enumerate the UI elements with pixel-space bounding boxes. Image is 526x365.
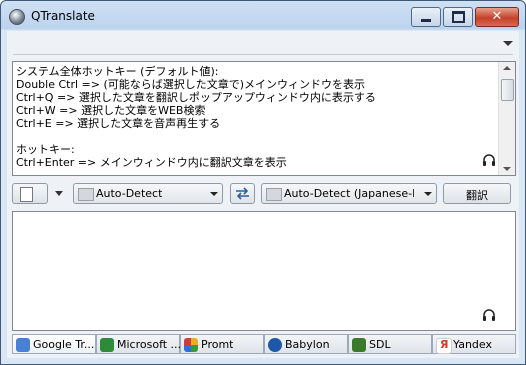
chevron-down-icon[interactable]	[503, 41, 513, 46]
translate-button[interactable]: 翻訳	[443, 183, 511, 204]
maximize-icon	[451, 11, 465, 23]
language-icon	[78, 188, 94, 201]
maximize-button[interactable]	[443, 7, 473, 27]
tab-yandex[interactable]: Я Yandex	[432, 334, 516, 354]
divider	[13, 54, 513, 55]
options-chevron-icon[interactable]	[55, 191, 63, 196]
translator-tabs: Google Tr... Microsoft ... Promt Babylon…	[7, 334, 519, 356]
translation-result-area[interactable]	[12, 211, 516, 331]
scroll-up-icon[interactable]	[503, 66, 511, 70]
google-translate-icon	[16, 338, 30, 352]
tab-microsoft[interactable]: Microsoft ...	[96, 334, 181, 354]
babylon-icon	[268, 338, 282, 352]
source-language-select[interactable]: Auto-Detect	[73, 183, 223, 204]
tab-sdl[interactable]: SDL	[348, 334, 432, 354]
promt-icon	[184, 338, 198, 352]
language-controls: Auto-Detect Auto-Detect (Japanese-Eng 翻訳	[7, 182, 519, 206]
scroll-thumb[interactable]	[501, 79, 514, 101]
tab-babylon[interactable]: Babylon	[264, 334, 348, 354]
tab-promt[interactable]: Promt	[180, 334, 264, 354]
main-panel: システム全体ホットキー (デフォルト値): Double Ctrl => (可能…	[7, 31, 519, 358]
chevron-down-icon	[424, 192, 432, 196]
target-language-select[interactable]: Auto-Detect (Japanese-Eng	[261, 183, 437, 204]
page-icon	[20, 187, 33, 202]
new-document-button[interactable]	[12, 183, 48, 204]
swap-languages-button[interactable]	[230, 183, 255, 204]
close-icon: ✕	[491, 9, 503, 24]
minimize-button[interactable]	[411, 7, 441, 27]
source-text: システム全体ホットキー (デフォルト値): Double Ctrl => (可能…	[16, 65, 376, 169]
app-window: QTranslate ✕ システム全体ホットキー (デフォルト値): Doubl…	[0, 0, 526, 365]
title-bar[interactable]: QTranslate ✕	[1, 1, 525, 31]
microsoft-translator-icon	[100, 338, 114, 352]
source-scrollbar[interactable]	[498, 62, 515, 175]
listen-source-icon[interactable]	[482, 153, 496, 167]
listen-translation-icon[interactable]	[482, 308, 496, 322]
chevron-down-icon	[210, 192, 218, 196]
yandex-icon: Я	[436, 338, 452, 354]
language-icon	[266, 188, 282, 201]
toolbar-area	[7, 31, 519, 57]
swap-icon	[236, 187, 249, 200]
tab-google-translate[interactable]: Google Tr...	[12, 334, 96, 354]
window-title: QTranslate	[31, 9, 95, 23]
scroll-down-icon[interactable]	[503, 167, 511, 171]
qtranslate-icon	[9, 9, 25, 25]
source-text-area[interactable]: システム全体ホットキー (デフォルト値): Double Ctrl => (可能…	[12, 61, 516, 176]
sdl-icon	[352, 338, 366, 352]
minimize-icon	[421, 19, 431, 22]
close-button[interactable]: ✕	[475, 7, 519, 27]
